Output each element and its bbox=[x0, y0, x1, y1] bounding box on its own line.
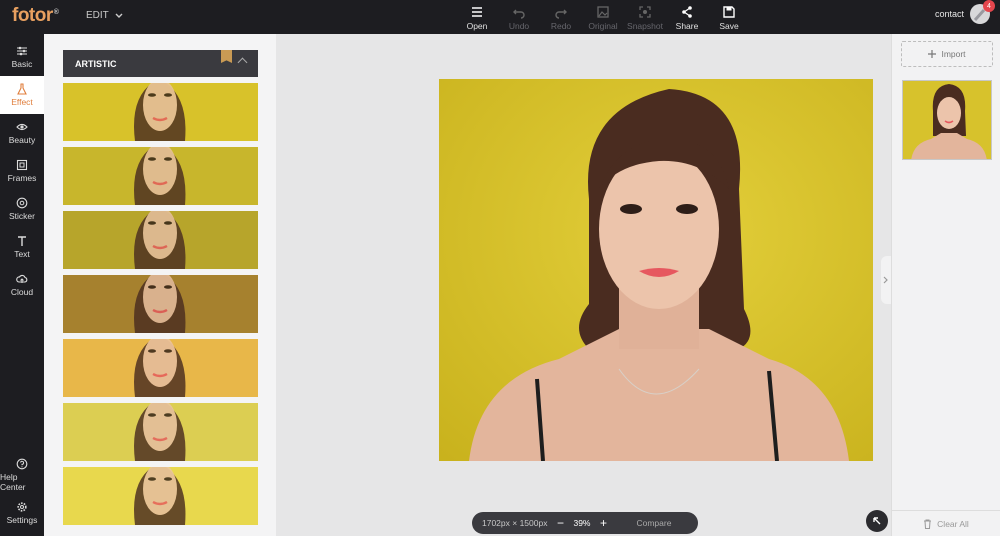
open-button[interactable]: Open bbox=[456, 2, 498, 32]
original-label: Original bbox=[588, 21, 618, 31]
nav-item-basic[interactable]: Basic bbox=[0, 38, 44, 76]
effect-thumbnail[interactable] bbox=[63, 147, 258, 205]
avatar[interactable]: 4 bbox=[970, 0, 995, 24]
save-button[interactable]: Save bbox=[708, 2, 750, 32]
edit-menu-label: EDIT bbox=[86, 10, 109, 21]
right-panel: Import Clear All bbox=[891, 34, 1000, 536]
share-button[interactable]: Share bbox=[666, 2, 708, 32]
nav-item-help-center[interactable]: Help Center bbox=[0, 456, 44, 494]
nav-item-effect[interactable]: Effect bbox=[0, 76, 44, 114]
redo-button[interactable]: Redo bbox=[540, 2, 582, 32]
toolbar: Open Undo Redo Original Snapshot Share S… bbox=[456, 2, 750, 32]
flask-icon bbox=[17, 83, 27, 95]
import-button[interactable]: Import bbox=[901, 41, 993, 67]
snapshot-icon bbox=[639, 6, 651, 18]
snapshot-button[interactable]: Snapshot bbox=[624, 2, 666, 32]
edit-menu[interactable]: EDIT bbox=[86, 10, 123, 21]
fit-to-screen-button[interactable] bbox=[866, 510, 888, 532]
sliders-icon bbox=[17, 46, 27, 56]
undo-button[interactable]: Undo bbox=[498, 2, 540, 32]
undo-icon bbox=[513, 9, 525, 19]
notification-badge[interactable]: 4 bbox=[983, 0, 995, 12]
nav-label-effect: Effect bbox=[11, 97, 33, 107]
effect-thumbnail[interactable] bbox=[63, 339, 258, 397]
nav-label-frames: Frames bbox=[7, 173, 37, 183]
clear-all-button[interactable]: Clear All bbox=[892, 510, 1000, 536]
nav-label-basic: Basic bbox=[11, 59, 33, 69]
nav-bottom: Help Center Settings bbox=[0, 456, 44, 532]
imported-image-thumbnail[interactable] bbox=[902, 80, 992, 160]
frame-icon bbox=[16, 159, 28, 171]
nav-label-cloud: Cloud bbox=[10, 287, 34, 297]
undo-label: Undo bbox=[508, 21, 530, 31]
section-title: ARTISTIC bbox=[75, 58, 117, 69]
nav-item-sticker[interactable]: Sticker bbox=[0, 190, 44, 228]
chevron-up-icon[interactable] bbox=[237, 57, 248, 68]
right-panel-toggle[interactable] bbox=[881, 256, 891, 304]
trash-icon bbox=[924, 519, 932, 529]
effect-thumbnail[interactable] bbox=[63, 275, 258, 333]
chevron-down-icon bbox=[115, 13, 123, 18]
nav-label-help-center: Help Center bbox=[0, 472, 26, 492]
share-icon bbox=[682, 6, 692, 18]
effect-thumbnail[interactable] bbox=[63, 467, 258, 525]
nav-label-settings: Settings bbox=[6, 515, 38, 525]
image-dimensions: 1702px × 1500px bbox=[482, 518, 548, 528]
zoom-in-button[interactable]: + bbox=[598, 516, 608, 530]
canvas-area: 1702px × 1500px − 39% + Compare bbox=[276, 34, 891, 536]
main-photo[interactable] bbox=[439, 79, 873, 461]
nav-item-settings[interactable]: Settings bbox=[0, 494, 44, 532]
effect-thumbnail[interactable] bbox=[63, 211, 258, 269]
save-icon bbox=[723, 6, 735, 18]
nav-label-sticker: Sticker bbox=[9, 211, 35, 221]
premium-crown-icon bbox=[221, 50, 232, 63]
help-icon bbox=[16, 458, 28, 470]
save-label: Save bbox=[719, 21, 739, 31]
menu-icon bbox=[472, 7, 482, 17]
zoom-bar: 1702px × 1500px − 39% + Compare bbox=[472, 512, 698, 534]
app-logo[interactable]: fotor® bbox=[12, 5, 59, 27]
nav-label-beauty: Beauty bbox=[8, 135, 36, 145]
effect-thumbnail[interactable] bbox=[63, 83, 258, 141]
redo-icon bbox=[555, 9, 567, 19]
gear-icon bbox=[17, 502, 27, 512]
effect-thumbnail[interactable] bbox=[63, 403, 258, 461]
compare-button[interactable]: Compare bbox=[636, 518, 671, 528]
nav-item-cloud[interactable]: Cloud bbox=[0, 266, 44, 304]
chevron-right-icon bbox=[883, 276, 888, 284]
redo-label: Redo bbox=[550, 21, 572, 31]
artistic-section-header[interactable]: ARTISTIC bbox=[63, 50, 258, 77]
original-icon bbox=[597, 6, 609, 18]
zoom-out-button[interactable]: − bbox=[555, 516, 565, 530]
plus-icon bbox=[928, 50, 937, 58]
effect-panel: ARTISTIC bbox=[44, 34, 276, 536]
nav-item-beauty[interactable]: Beauty bbox=[0, 114, 44, 152]
cloud-icon bbox=[16, 274, 28, 283]
share-label: Share bbox=[675, 21, 699, 31]
left-nav: Basic Effect Beauty Frames Sticker Text … bbox=[0, 34, 44, 536]
account-name: contact bbox=[934, 9, 964, 19]
nav-item-frames[interactable]: Frames bbox=[0, 152, 44, 190]
top-bar: fotor® EDIT Open Undo Redo Original Snap… bbox=[0, 0, 1000, 34]
open-label: Open bbox=[466, 21, 488, 31]
account-menu[interactable]: contact 4 bbox=[934, 0, 995, 24]
original-button[interactable]: Original bbox=[582, 2, 624, 32]
sticker-icon bbox=[16, 197, 28, 209]
nav-item-text[interactable]: Text bbox=[0, 228, 44, 266]
snapshot-label: Snapshot bbox=[627, 21, 663, 31]
clear-all-label: Clear All bbox=[937, 518, 969, 529]
zoom-level: 39% bbox=[573, 518, 591, 528]
nav-label-text: Text bbox=[14, 249, 30, 259]
import-label: Import bbox=[941, 49, 966, 59]
eye-icon bbox=[16, 123, 28, 131]
arrow-up-left-icon bbox=[873, 517, 881, 525]
text-icon bbox=[18, 236, 26, 246]
